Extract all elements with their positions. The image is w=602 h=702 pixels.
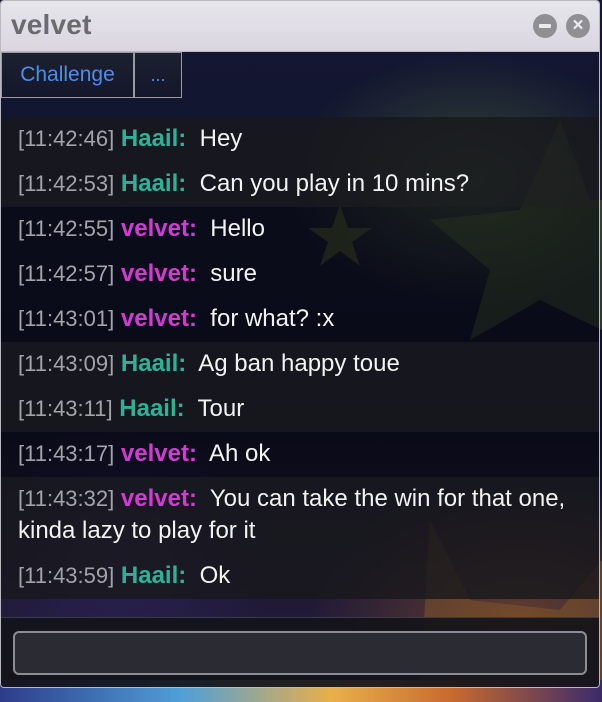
chat-message: [11:43:11] Haail: Tour — [1, 387, 599, 432]
chat-message: [11:42:57] velvet: sure — [1, 252, 599, 297]
chat-log[interactable]: [11:42:46] Haail: Hey [11:42:53] Haail: C… — [1, 117, 599, 599]
message-username[interactable]: velvet: — [121, 305, 197, 332]
message-timestamp: [11:43:01] — [18, 306, 115, 331]
chat-message: [11:42:46] Haail: Hey — [1, 117, 599, 162]
message-username[interactable]: Haail: — [119, 395, 184, 422]
message-text: Ag ban happy toue — [198, 350, 400, 377]
message-timestamp: [11:43:59] — [18, 563, 115, 588]
more-options-button[interactable]: ... — [134, 52, 182, 98]
message-text: Ah ok — [208, 440, 271, 467]
message-timestamp: [11:42:46] — [18, 126, 115, 151]
title-bar[interactable]: velvet × — [1, 1, 599, 52]
message-text: for what? :x — [210, 305, 335, 332]
message-username[interactable]: velvet: — [121, 260, 197, 287]
chat-message: [11:43:09] Haail: Ag ban happy toue — [1, 342, 599, 387]
message-text: Tour — [197, 395, 245, 422]
message-username[interactable]: velvet: — [121, 215, 197, 242]
input-area — [1, 617, 599, 687]
chat-message: [11:43:01] velvet: for what? :x — [1, 297, 599, 342]
message-timestamp: [11:43:11] — [18, 396, 113, 421]
close-button[interactable]: × — [566, 14, 590, 38]
message-text: Ok — [199, 562, 231, 589]
chat-message: [11:43:59] Haail: Ok — [1, 554, 599, 599]
message-timestamp: [11:43:09] — [18, 351, 115, 376]
message-timestamp: [11:42:57] — [18, 261, 115, 286]
window-title: velvet — [11, 9, 92, 40]
message-text: Hello — [210, 215, 265, 242]
minimize-button[interactable] — [533, 14, 557, 38]
message-username[interactable]: velvet: — [121, 440, 197, 467]
chat-input[interactable] — [13, 631, 587, 675]
chat-message: [11:42:55] velvet: Hello — [1, 207, 599, 252]
message-username[interactable]: Haail: — [121, 125, 186, 152]
message-username[interactable]: velvet: — [121, 485, 197, 512]
message-username[interactable]: Haail: — [121, 170, 186, 197]
message-username[interactable]: Haail: — [121, 350, 186, 377]
message-text: sure — [210, 260, 257, 287]
message-timestamp: [11:42:53] — [18, 171, 115, 196]
minimize-icon — [539, 24, 551, 28]
chat-window: velvet × Challenge ... [11:42:46] Haail:… — [0, 0, 600, 688]
chat-message: [11:43:32] velvet: You can take the win … — [1, 477, 599, 554]
message-timestamp: [11:43:32] — [18, 486, 115, 511]
chat-message: [11:42:53] Haail: Can you play in 10 min… — [1, 162, 599, 207]
close-icon: × — [572, 15, 584, 36]
chat-message: [11:43:17] velvet: Ah ok — [1, 432, 599, 477]
message-username[interactable]: Haail: — [121, 562, 186, 589]
message-timestamp: [11:42:55] — [18, 216, 115, 241]
challenge-button[interactable]: Challenge — [1, 52, 134, 98]
message-timestamp: [11:43:17] — [18, 441, 115, 466]
message-text: Hey — [199, 125, 243, 152]
message-text: Can you play in 10 mins? — [199, 170, 470, 197]
